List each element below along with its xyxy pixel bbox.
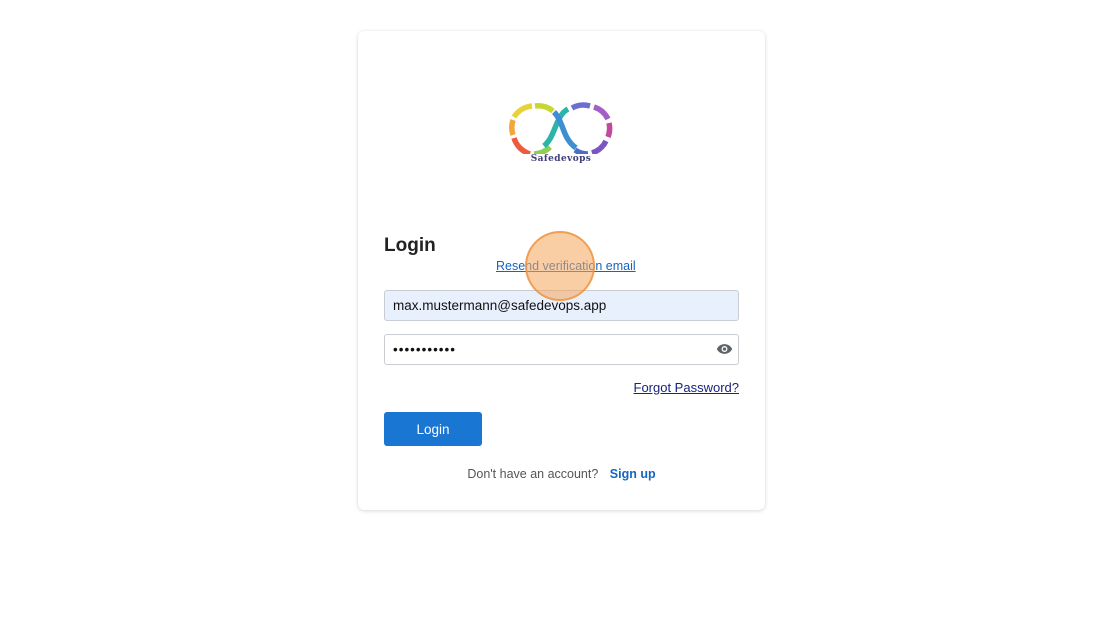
logo-wordmark: Safedevops (530, 154, 592, 164)
eye-icon[interactable] (716, 342, 733, 356)
login-title: Login (384, 235, 436, 256)
login-card: Safedevops Login Resend verification ema… (358, 31, 765, 510)
signup-prompt: Don't have an account? (467, 467, 599, 481)
forgot-password-link[interactable]: Forgot Password? (634, 380, 740, 395)
resend-verification-link[interactable]: Resend verification email (496, 259, 636, 273)
signup-row: Don't have an account? Sign up (358, 467, 765, 481)
signup-link[interactable]: Sign up (610, 467, 656, 481)
password-field[interactable] (384, 334, 739, 365)
infinity-logo-icon (509, 102, 613, 154)
login-button[interactable]: Login (384, 412, 482, 446)
page: Safedevops Login Resend verification ema… (0, 0, 1120, 626)
safedevops-logo: Safedevops (508, 98, 614, 170)
email-field[interactable] (384, 290, 739, 321)
